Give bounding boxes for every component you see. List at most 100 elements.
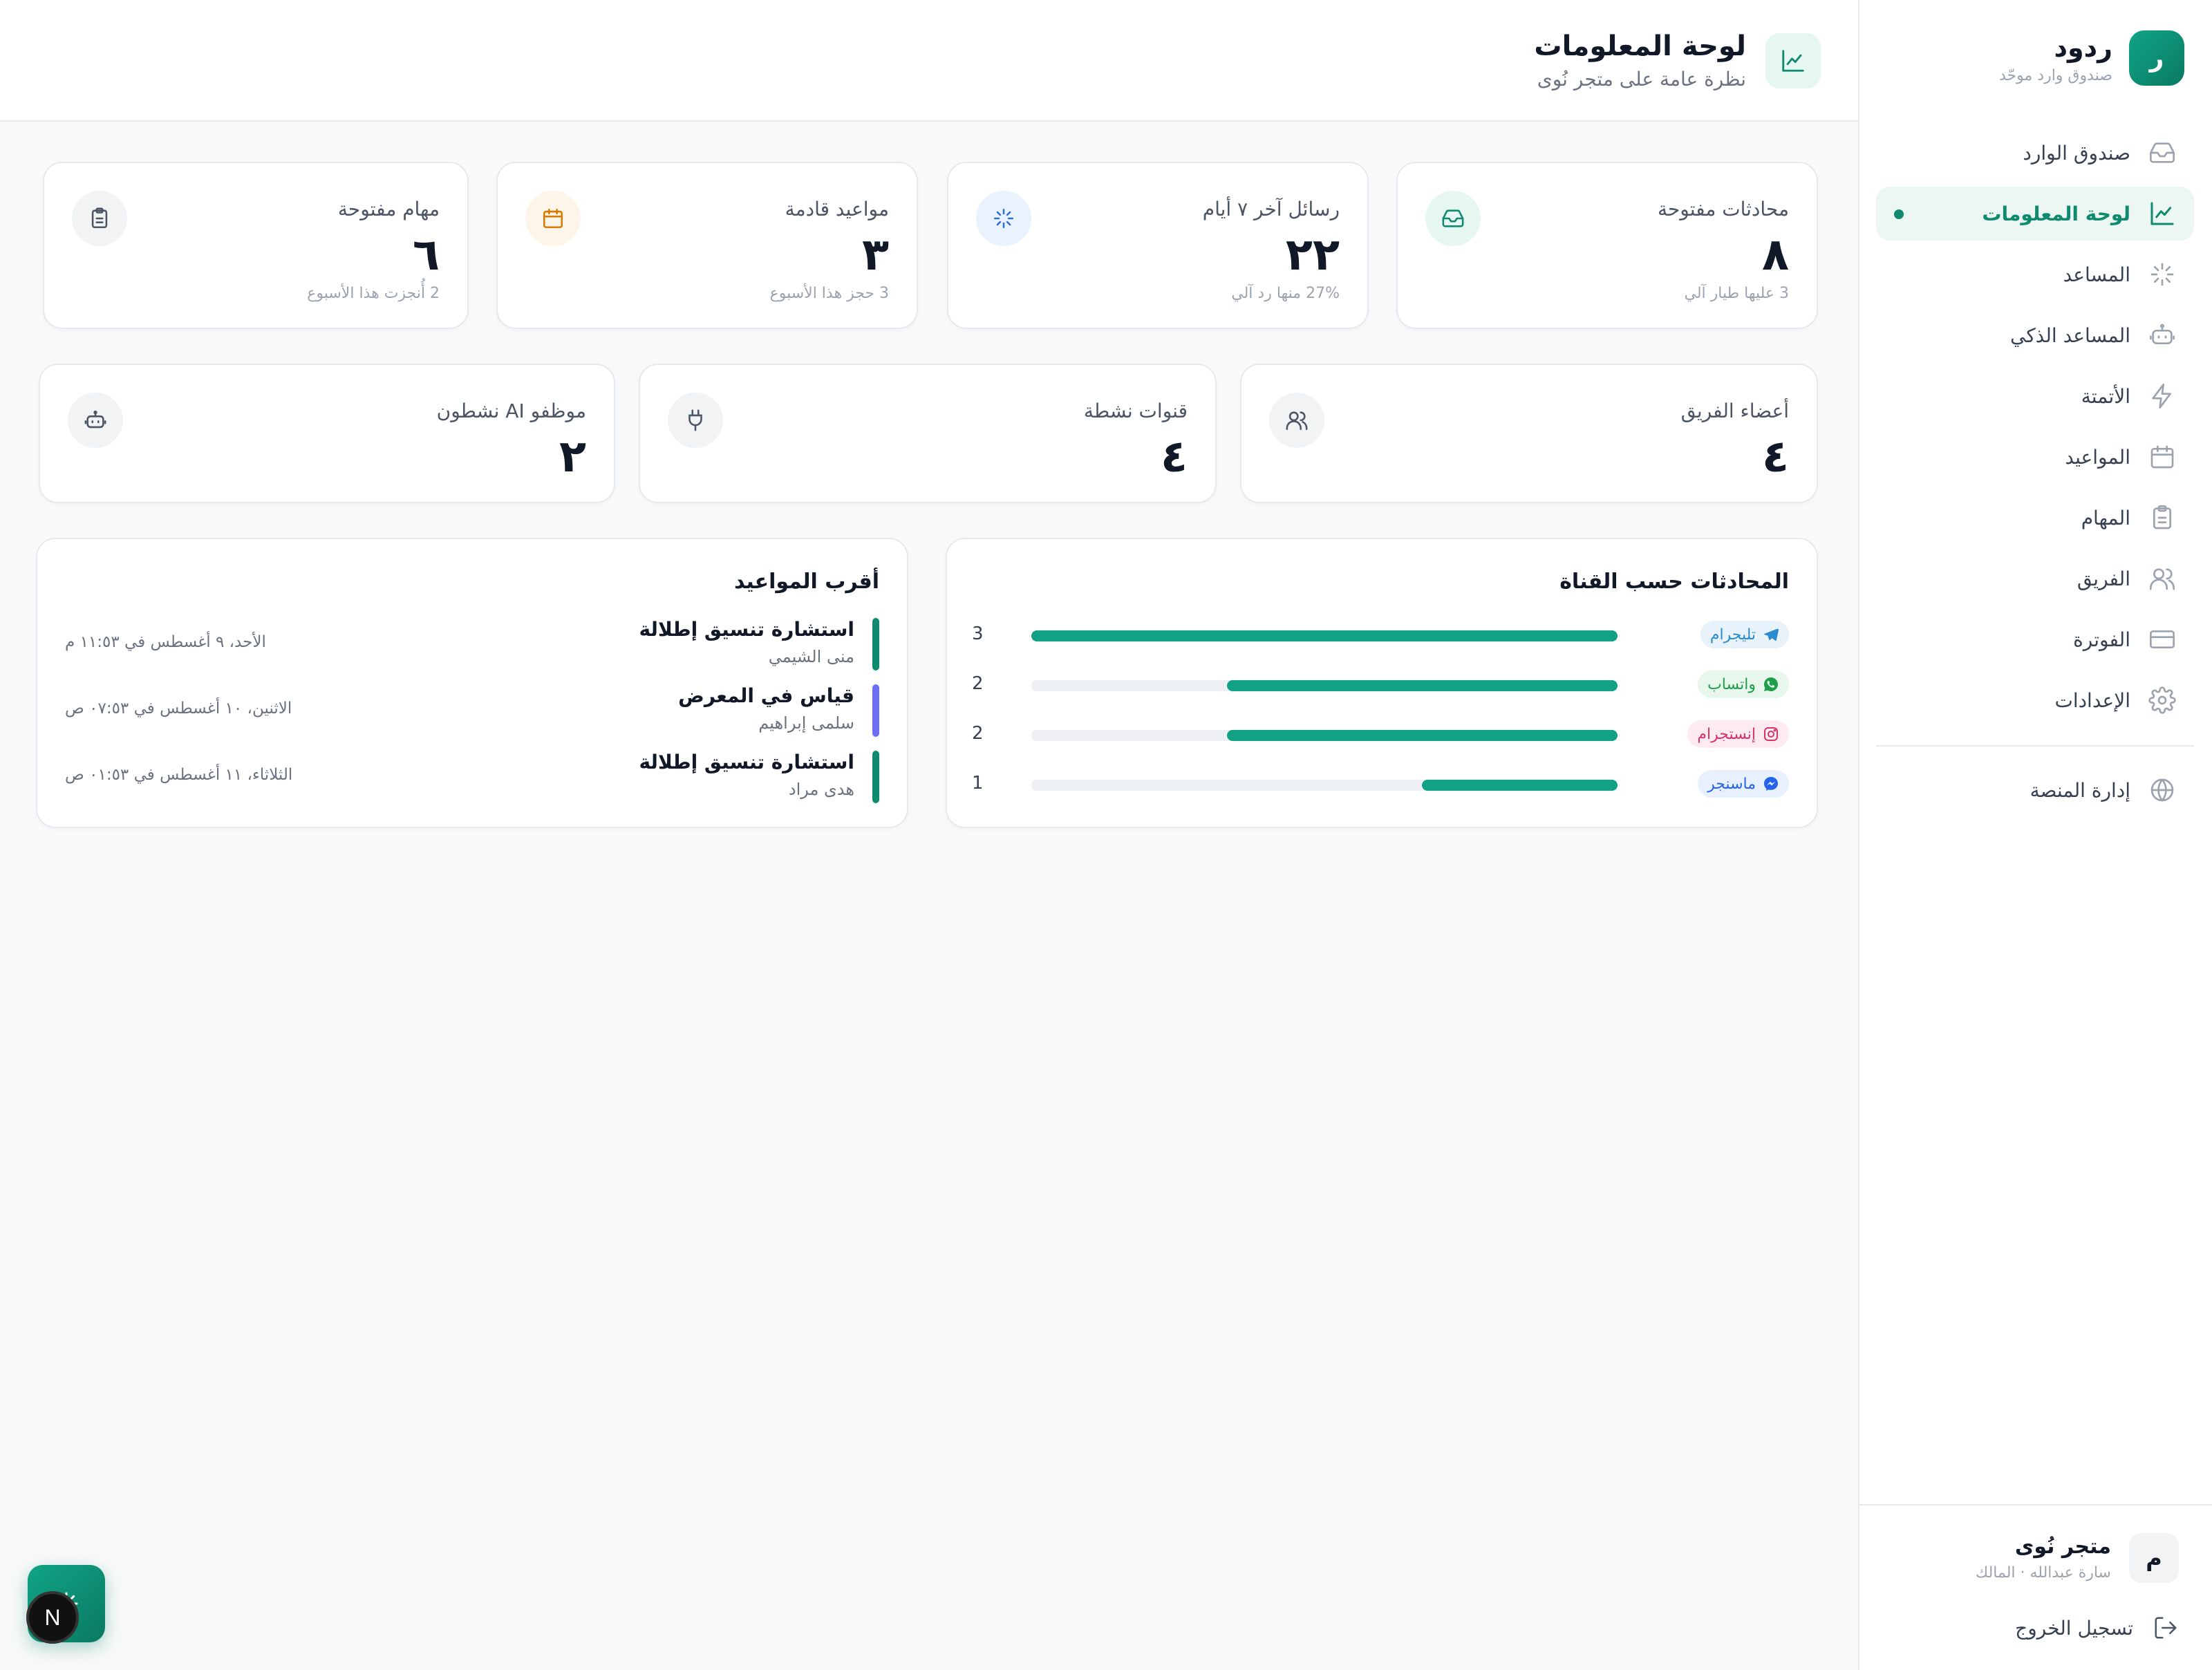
globe-icon	[2150, 778, 2174, 802]
sidebar-item-settings[interactable]: الإعدادات	[1876, 673, 2194, 727]
nav-divider	[1876, 745, 2194, 747]
sidebar-item-label: المساعد	[2063, 263, 2130, 286]
stat-label: محادثات مفتوحة	[1657, 198, 1789, 221]
stat-card-active-channels[interactable]: قنوات نشطة ٤	[639, 364, 1217, 503]
channel-label: تليجرام	[1709, 626, 1756, 644]
stat-label: مهام مفتوحة	[337, 198, 440, 221]
sidebar-item-label: إدارة المنصة	[2030, 778, 2130, 802]
sidebar-item-assistant[interactable]: المساعد	[1876, 247, 2194, 301]
channel-bar-track	[1031, 630, 1618, 641]
sparkle-icon	[2150, 263, 2174, 286]
appointment-person: هدى مراد	[788, 780, 854, 799]
stat-card-active-ai-employees[interactable]: موظفو AI نشطون ٢	[39, 364, 615, 503]
stat-value: ٦	[412, 229, 440, 281]
sidebar-footer: م متجر نُوى سارة عبدالله · المالك تسجيل …	[1858, 1504, 2212, 1670]
sidebar-item-appointments[interactable]: المواعيد	[1876, 430, 2194, 484]
brand[interactable]: ر ردود صندوق وارد موحّد	[1880, 29, 2184, 87]
sidebar-item-label: الفريق	[2077, 567, 2130, 590]
appointment-time: الاثنين، ١٠ أغسطس في ٠٧:٥٣ ص	[65, 700, 292, 717]
stat-card-open-tasks[interactable]: مهام مفتوحة ٦ 2 أُنجزت هذا الأسبوع	[43, 162, 469, 329]
stat-note: 3 عليها طيار آلي	[1684, 285, 1790, 302]
active-indicator-dot	[1894, 209, 1904, 219]
bot-icon	[2150, 323, 2175, 344]
brand-name: ردود	[2054, 32, 2113, 63]
channel-row[interactable]: واتساب 2	[972, 670, 1789, 701]
avatar: م	[2129, 1533, 2179, 1583]
stat-label: مواعيد قادمة	[785, 198, 889, 221]
clipboard-icon	[72, 191, 127, 246]
sidebar-item-label: المهام	[2081, 506, 2130, 529]
account-subtitle: سارة عبدالله · المالك	[1976, 1564, 2111, 1582]
brand-subtitle: صندوق وارد موحّد	[1998, 66, 2112, 84]
channel-row[interactable]: تليجرام 3	[972, 621, 1789, 651]
logout-button[interactable]: تسجيل الخروج	[2015, 1615, 2179, 1641]
sidebar-item-billing[interactable]: الفوترة	[1876, 612, 2194, 666]
channel-bar	[1226, 730, 1618, 741]
sidebar-item-tasks[interactable]: المهام	[1876, 491, 2194, 545]
channel-badge: إنستجرام	[1687, 720, 1789, 748]
stat-card-messages-7-days[interactable]: رسائل آخر ٧ أيام ٢٢ 27% منها رد آلي	[947, 162, 1369, 329]
stat-card-open-conversations[interactable]: محادثات مفتوحة ٨ 3 عليها طيار آلي	[1396, 162, 1818, 329]
sidebar-item-ai-assistant[interactable]: المساعد الذكي	[1876, 308, 2194, 362]
channel-count: 1	[972, 773, 984, 794]
account-name: متجر نُوى	[2014, 1535, 2111, 1559]
sidebar-nav: صندوق الوارد لوحة المعلومات المساعد المس…	[1876, 126, 2194, 824]
appointment-time: الثلاثاء، ١١ أغسطس في ٠١:٥٣ ص	[65, 766, 293, 784]
lightning-icon	[2152, 384, 2171, 409]
users-icon	[1269, 393, 1324, 448]
channel-badge: واتساب	[1698, 670, 1789, 698]
appointment-color-bar	[872, 618, 879, 670]
channel-bar	[1422, 780, 1618, 791]
stat-card-upcoming-appointments[interactable]: مواعيد قادمة ٣ 3 حجز هذا الأسبوع	[496, 162, 918, 329]
appointment-person: منى الشيمي	[768, 647, 854, 666]
sidebar-item-inbox[interactable]: صندوق الوارد	[1876, 126, 2194, 180]
appointment-item[interactable]: استشارة تنسيق إطلالة هدى مراد الثلاثاء، …	[65, 751, 879, 806]
sidebar-item-platform-admin[interactable]: إدارة المنصة	[1876, 763, 2194, 817]
bot-icon	[68, 393, 123, 448]
stat-value: ٤	[1160, 431, 1188, 482]
gear-icon	[2148, 686, 2176, 714]
channel-bar-track	[1031, 730, 1618, 741]
stat-label: قنوات نشطة	[1083, 400, 1188, 422]
channel-badge: ماسنجر	[1698, 770, 1789, 798]
channel-label: ماسنجر	[1707, 775, 1756, 793]
appointment-title: استشارة تنسيق إطلالة	[639, 751, 854, 773]
appointment-item[interactable]: استشارة تنسيق إطلالة منى الشيمي الأحد، ٩…	[65, 618, 879, 673]
channel-label: واتساب	[1707, 675, 1756, 693]
calendar-icon	[525, 191, 581, 246]
panel-title: أقرب المواعيد	[734, 570, 879, 594]
channel-count: 2	[972, 723, 984, 744]
panel-title: المحادثات حسب القناة	[1559, 570, 1789, 594]
sidebar-item-automation[interactable]: الأتمتة	[1876, 369, 2194, 423]
instagram-icon	[1764, 727, 1778, 741]
channel-count: 3	[972, 623, 984, 644]
sidebar-item-label: الإعدادات	[2054, 688, 2130, 712]
users-icon	[2150, 568, 2175, 590]
stat-label: رسائل آخر ٧ أيام	[1202, 198, 1340, 221]
channel-row[interactable]: ماسنجر 1	[972, 770, 1789, 800]
appointment-title: استشارة تنسيق إطلالة	[639, 618, 854, 641]
sidebar-item-label: المساعد الذكي	[2010, 323, 2130, 347]
stat-note: 27% منها رد آلي	[1231, 285, 1340, 302]
channel-row[interactable]: إنستجرام 2	[972, 720, 1789, 751]
brand-logo: ر	[2129, 30, 2184, 86]
logout-label: تسجيل الخروج	[2015, 1616, 2133, 1640]
channels-panel: المحادثات حسب القناة تليجرام 3 واتساب 2 …	[946, 538, 1818, 828]
stat-card-team-members[interactable]: أعضاء الفريق ٤	[1240, 364, 1818, 503]
stat-value: ٤	[1761, 431, 1789, 482]
whatsapp-icon	[1764, 677, 1778, 691]
account-switcher[interactable]: م متجر نُوى سارة عبدالله · المالك	[1976, 1533, 2179, 1583]
inbox-icon	[1425, 191, 1481, 246]
sidebar-item-team[interactable]: الفريق	[1876, 552, 2194, 606]
dev-tools-badge[interactable]: N	[26, 1591, 79, 1644]
sidebar-item-label: الفوترة	[2073, 628, 2130, 651]
channel-label: إنستجرام	[1697, 725, 1756, 743]
logout-icon	[2155, 1617, 2177, 1639]
sidebar-item-dashboard[interactable]: لوحة المعلومات	[1876, 187, 2194, 241]
appointment-item[interactable]: قياس في المعرض سلمى إبراهيم الاثنين، ١٠ …	[65, 684, 879, 740]
inbox-icon	[2150, 142, 2175, 163]
stat-note: 2 أُنجزت هذا الأسبوع	[307, 285, 440, 302]
stat-value: ٢	[559, 431, 586, 482]
calendar-icon	[2150, 445, 2174, 469]
page-header: لوحة المعلومات نظرة عامة على متجر نُوى	[0, 0, 1858, 122]
